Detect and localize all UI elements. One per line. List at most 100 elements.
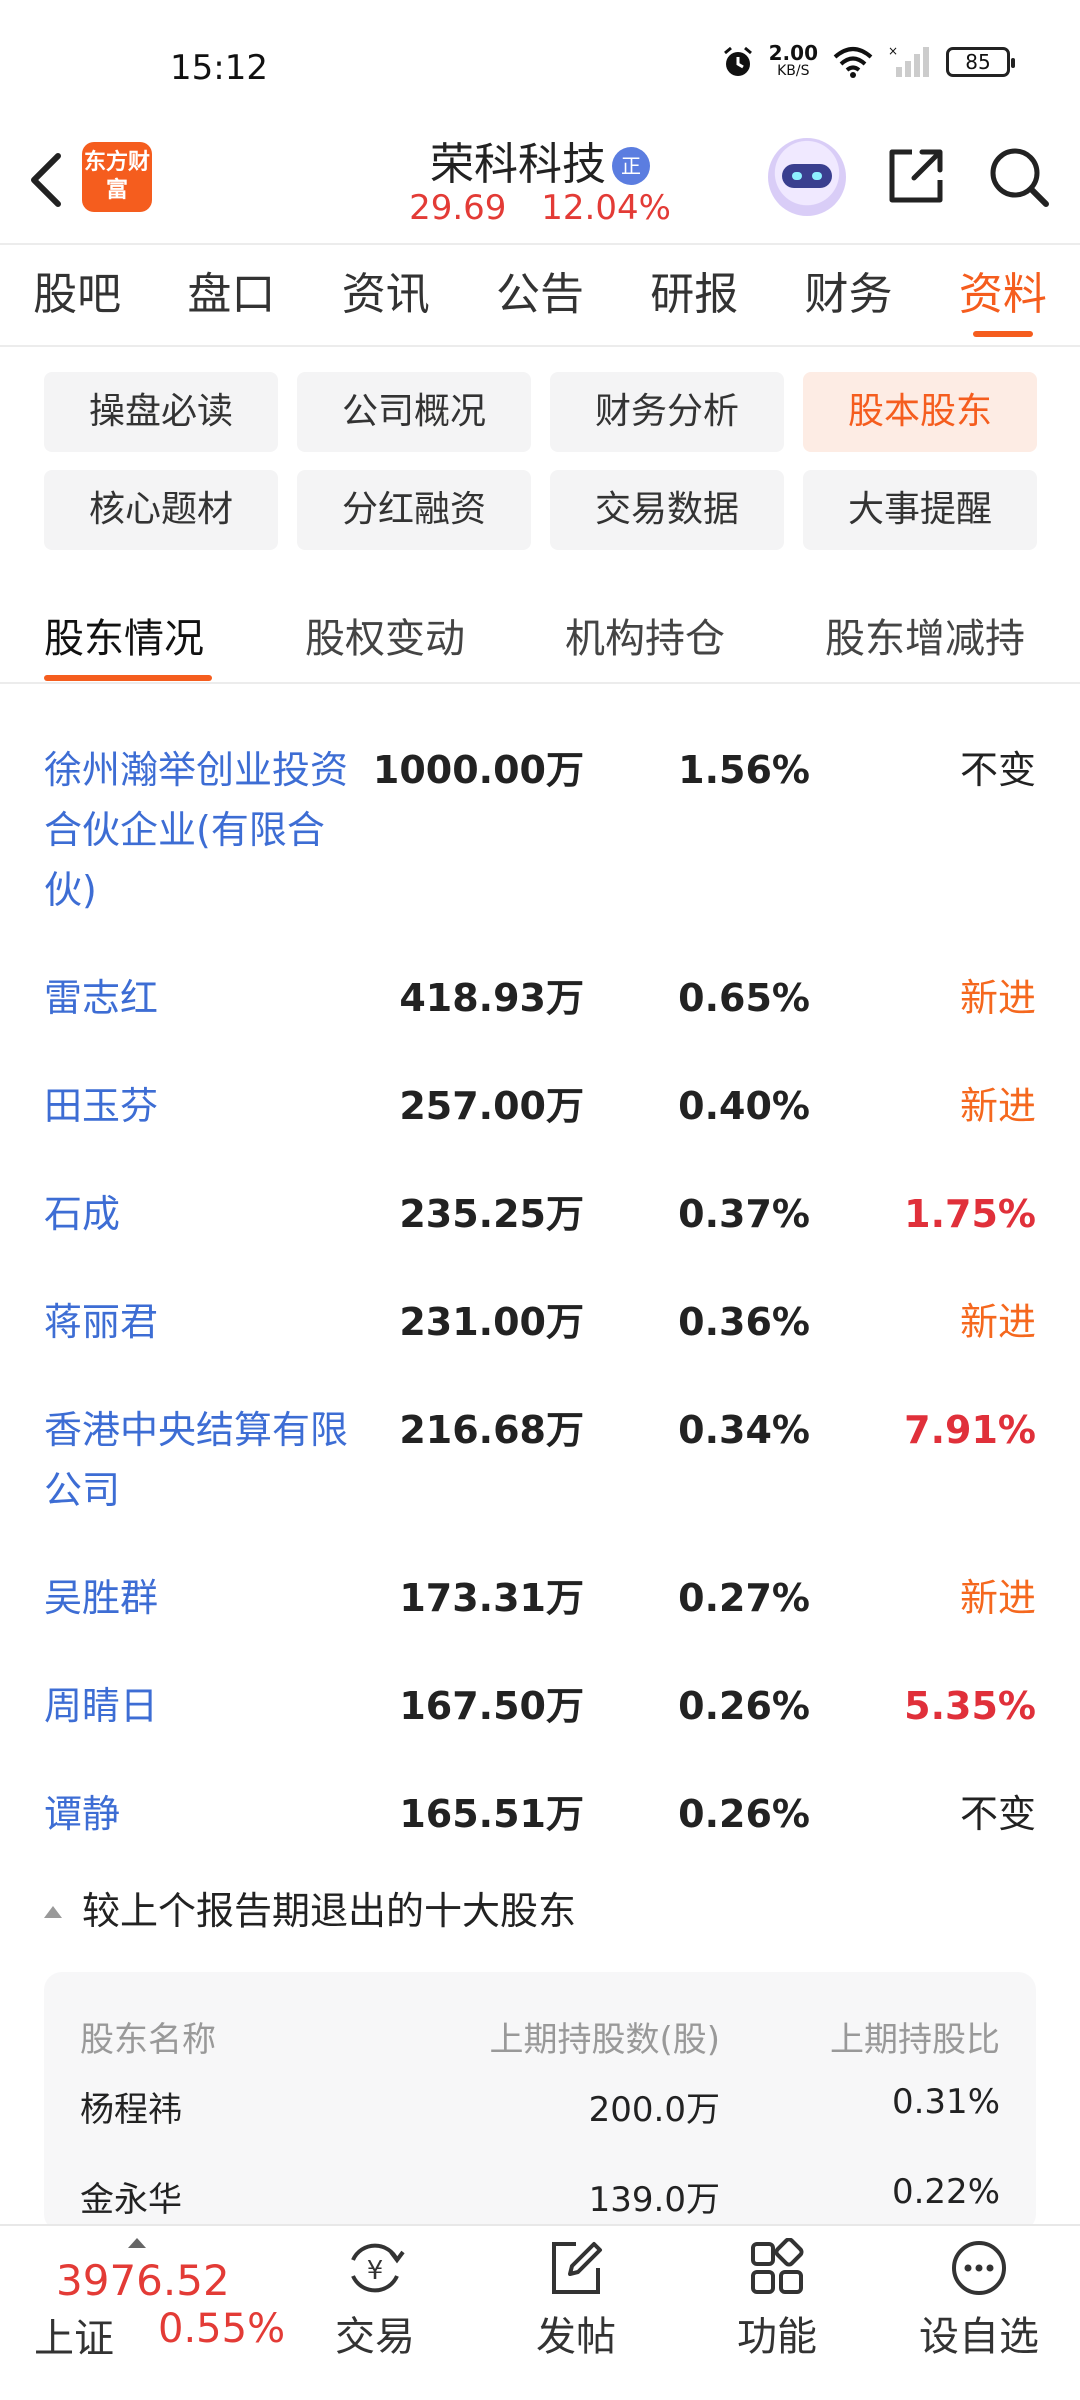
tab-news[interactable]: 资讯 — [309, 245, 463, 345]
exited-holders-table: 股东名称 上期持股数(股) 上期持股比 杨程祎 200.0万 0.31% 金永华… — [44, 1972, 1036, 2232]
ai-assistant-icon[interactable] — [768, 138, 846, 216]
collapse-caret-icon — [44, 1906, 62, 1918]
tab-profile[interactable]: 资料 — [926, 245, 1080, 345]
holder-shares: 165.51万 — [399, 1792, 584, 1836]
exited-holder-ratio: 0.22% — [891, 2172, 1000, 2212]
exited-holder-shares: 200.0万 — [588, 2090, 720, 2130]
exited-holder-name: 杨程祎 — [80, 2090, 182, 2130]
list-item[interactable]: 谭静 165.51万 0.26% 不变 — [0, 1784, 1080, 1892]
tab-equity-changes[interactable]: 股权变动 — [305, 606, 465, 664]
holder-ratio: 0.37% — [678, 1192, 810, 1236]
holder-change: 不变 — [959, 1792, 1036, 1836]
nav-trade[interactable]: ¥ 交易 — [300, 2238, 450, 2362]
stock-price: 29.69 — [409, 188, 507, 228]
list-item[interactable]: 周睛日 167.50万 0.26% 5.35% — [0, 1676, 1080, 1784]
holder-name[interactable]: 雷志红 — [44, 968, 364, 1028]
holder-name[interactable]: 田玉芬 — [44, 1076, 364, 1136]
holder-ratio: 0.40% — [678, 1084, 810, 1128]
bottom-nav-bar: 3976.52 上证 0.55% ¥ 交易 发帖 功能 设自选 — [0, 2224, 1080, 2400]
network-speed: 2.00 KB/S — [768, 41, 818, 79]
list-item[interactable]: 徐州瀚举创业投资合伙企业(有限合伙) 1000.00万 1.56% 不变 — [0, 740, 1080, 968]
header-holder-name: 股东名称 — [80, 2020, 216, 2060]
list-item[interactable]: 田玉芬 257.00万 0.40% 新进 — [0, 1076, 1080, 1184]
tab-announcements[interactable]: 公告 — [463, 245, 617, 345]
holder-shares: 1000.00万 — [372, 748, 584, 792]
holder-change: 1.75% — [904, 1192, 1036, 1236]
holder-change: 7.91% — [904, 1408, 1036, 1452]
signal-icon: × — [888, 45, 929, 77]
tab-guba[interactable]: 股吧 — [0, 245, 154, 345]
list-item[interactable]: 香港中央结算有限公司 216.68万 0.34% 7.91% — [0, 1400, 1080, 1568]
exited-holder-shares: 139.0万 — [588, 2180, 720, 2220]
svg-text:×: × — [888, 45, 898, 58]
holder-shares: 173.31万 — [399, 1576, 584, 1620]
holder-ratio: 0.65% — [678, 976, 810, 1020]
expand-up-icon — [128, 2238, 146, 2248]
status-bar: 15:12 2.00 KB/S × 85 — [0, 0, 1080, 130]
search-icon[interactable] — [986, 144, 1052, 210]
holder-name[interactable]: 蒋丽君 — [44, 1292, 364, 1352]
sub-tab-must-read[interactable]: 操盘必读 — [44, 372, 278, 452]
holder-change: 新进 — [959, 976, 1036, 1020]
tab-shareholder-status[interactable]: 股东情况 — [44, 606, 204, 664]
nav-functions-label: 功能 — [737, 2314, 817, 2360]
tab-holding-changes[interactable]: 股东增减持 — [825, 606, 1025, 664]
wifi-icon — [833, 47, 873, 78]
more-dots-icon — [952, 2241, 1006, 2295]
sub-tab-shareholders[interactable]: 股本股东 — [803, 372, 1037, 452]
function-grid-icon — [751, 2238, 804, 2294]
exited-holder-name: 金永华 — [80, 2180, 182, 2220]
holder-name[interactable]: 周睛日 — [44, 1676, 364, 1736]
nav-post[interactable]: 发帖 — [501, 2238, 651, 2362]
sub-tab-core-themes[interactable]: 核心题材 — [44, 470, 278, 550]
holder-ratio: 0.36% — [678, 1300, 810, 1344]
trade-yen-icon: ¥ — [351, 2243, 405, 2293]
compose-post-icon — [552, 2242, 602, 2294]
holder-shares: 257.00万 — [399, 1084, 584, 1128]
nav-post-label: 发帖 — [536, 2314, 616, 2360]
stock-header: 东方财富 荣科科技正 29.69 12.04% — [0, 120, 1080, 245]
tab-finance[interactable]: 财务 — [771, 245, 925, 345]
tab-pankou[interactable]: 盘口 — [154, 245, 308, 345]
alarm-icon — [723, 46, 752, 76]
nav-add-watchlist[interactable]: 设自选 — [904, 2238, 1054, 2362]
profile-sub-tabs: 操盘必读 公司概况 财务分析 股本股东 核心题材 分红融资 交易数据 大事提醒 — [44, 372, 1037, 550]
stock-name: 荣科科技 — [430, 139, 606, 190]
sub-tab-events[interactable]: 大事提醒 — [803, 470, 1037, 550]
holder-ratio: 0.27% — [678, 1576, 810, 1620]
shareholder-section-tabs: 股东情况 股权变动 机构持仓 股东增减持 — [0, 590, 1080, 684]
nav-functions[interactable]: 功能 — [702, 2238, 852, 2362]
holder-name[interactable]: 香港中央结算有限公司 — [44, 1400, 364, 1520]
holder-name[interactable]: 吴胜群 — [44, 1568, 364, 1628]
nav-add-watchlist-label: 设自选 — [919, 2314, 1039, 2360]
list-item[interactable]: 蒋丽君 231.00万 0.36% 新进 — [0, 1292, 1080, 1400]
sub-tab-financial-analysis[interactable]: 财务分析 — [550, 372, 784, 452]
holder-shares: 418.93万 — [399, 976, 584, 1020]
holder-name[interactable]: 谭静 — [44, 1784, 364, 1844]
list-item[interactable]: 吴胜群 173.31万 0.27% 新进 — [0, 1568, 1080, 1676]
sub-tab-dividends-financing[interactable]: 分红融资 — [297, 470, 531, 550]
nav-trade-label: 交易 — [335, 2314, 415, 2360]
holder-shares: 167.50万 — [399, 1684, 584, 1728]
exited-holder-ratio: 0.31% — [891, 2082, 1000, 2122]
holder-name[interactable]: 石成 — [44, 1184, 364, 1244]
svg-text:¥: ¥ — [367, 2256, 384, 2286]
list-item[interactable]: 石成 235.25万 0.37% 1.75% — [0, 1184, 1080, 1292]
holder-name[interactable]: 徐州瀚举创业投资合伙企业(有限合伙) — [44, 740, 364, 920]
tab-research[interactable]: 研报 — [617, 245, 771, 345]
holder-ratio: 1.56% — [678, 748, 810, 792]
holder-shares: 216.68万 — [399, 1408, 584, 1452]
sub-tab-company-overview[interactable]: 公司概况 — [297, 372, 531, 452]
list-item[interactable]: 雷志红 418.93万 0.65% 新进 — [0, 968, 1080, 1076]
header-prev-shares: 上期持股数(股) — [489, 2020, 720, 2060]
top-holders-list: 徐州瀚举创业投资合伙企业(有限合伙) 1000.00万 1.56% 不变 雷志红… — [0, 740, 1080, 1892]
tab-institution-holdings[interactable]: 机构持仓 — [565, 606, 725, 664]
exited-holders-title: 较上个报告期退出的十大股东 — [82, 1889, 577, 1933]
header-prev-ratio: 上期持股比 — [830, 2020, 1000, 2060]
holder-change: 5.35% — [904, 1684, 1036, 1728]
sub-tab-trading-data[interactable]: 交易数据 — [550, 470, 784, 550]
holder-shares: 231.00万 — [399, 1300, 584, 1344]
share-icon[interactable] — [884, 144, 948, 208]
holder-ratio: 0.26% — [678, 1684, 810, 1728]
exited-holders-toggle[interactable]: 较上个报告期退出的十大股东 — [44, 1880, 576, 1935]
